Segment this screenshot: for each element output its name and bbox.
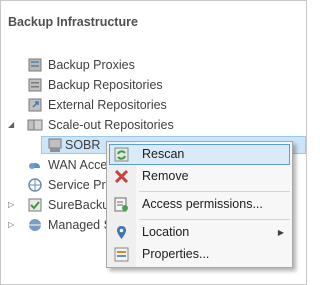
tree-item-external-repositories[interactable]: External Repositories [1, 95, 306, 115]
properties-icon [113, 246, 130, 263]
collapsed-arrow-icon[interactable]: ▷ [8, 195, 18, 215]
tree-item-scaleout-repositories[interactable]: ◢ Scale-out Repositories [1, 115, 306, 135]
menu-item-location[interactable]: Location ▶ [109, 222, 290, 243]
submenu-arrow-icon: ▶ [277, 228, 284, 237]
proxy-icon [27, 57, 43, 73]
tree-item-label: External Repositories [48, 98, 167, 112]
tree-item-label: Scale-out Repositories [48, 118, 174, 132]
menu-item-remove[interactable]: Remove [109, 166, 290, 187]
collapsed-arrow-icon[interactable]: ▷ [8, 215, 18, 235]
access-permissions-icon [113, 196, 130, 213]
wan-accelerator-icon [27, 157, 43, 173]
menu-item-access-permissions[interactable]: Access permissions... [109, 194, 290, 215]
panel-title: Backup Infrastructure [8, 15, 138, 29]
tree-item-label: SOBR [65, 138, 101, 152]
menu-item-label: Location [142, 225, 190, 239]
menu-item-label: Properties... [142, 247, 210, 261]
menu-item-label: Rescan [142, 147, 185, 161]
menu-item-properties[interactable]: Properties... [109, 244, 290, 265]
tree-item-label: Managed S [48, 218, 112, 232]
tree-item-label: WAN Accel [48, 158, 111, 172]
repository-icon [27, 77, 43, 93]
tree-item-label: Backup Repositories [48, 78, 163, 92]
expanded-arrow-icon[interactable]: ◢ [8, 115, 18, 135]
tree-item-backup-proxies[interactable]: Backup Proxies [1, 55, 306, 75]
external-repository-icon [27, 97, 43, 113]
remove-icon [113, 168, 130, 185]
service-provider-icon [27, 177, 43, 193]
location-icon [113, 224, 130, 241]
tree-item-backup-repositories[interactable]: Backup Repositories [1, 75, 306, 95]
menu-item-rescan[interactable]: Rescan [109, 144, 290, 165]
menu-item-label: Remove [142, 169, 189, 183]
menu-separator [139, 191, 290, 192]
menu-separator [139, 219, 290, 220]
menu-item-label: Access permissions... [142, 197, 263, 211]
sobr-icon [47, 137, 63, 153]
context-menu: Rescan Remove Access permissions... Loca… [106, 141, 293, 268]
tree-item-label: Backup Proxies [48, 58, 135, 72]
rescan-icon [113, 146, 130, 163]
scaleout-repository-icon [27, 117, 43, 133]
surebackup-icon [27, 197, 43, 213]
managed-servers-icon [27, 217, 43, 233]
